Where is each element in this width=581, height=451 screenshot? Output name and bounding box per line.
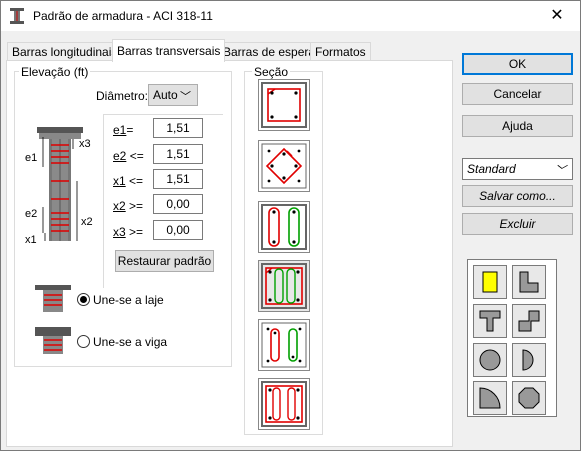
section-two-ties-icon bbox=[261, 204, 307, 250]
circle-shape-icon bbox=[479, 349, 501, 371]
diameter-select[interactable]: Auto ﹀ bbox=[148, 84, 198, 106]
diameter-value: Auto bbox=[153, 88, 178, 102]
beam-joint-icon bbox=[35, 327, 71, 354]
join-slab-label[interactable]: Une-se a laje bbox=[93, 293, 164, 307]
shape-quarter-circle-button[interactable] bbox=[473, 381, 507, 415]
diameter-label: Diâmetro: bbox=[96, 89, 149, 103]
rectangle-shape-icon bbox=[482, 271, 498, 293]
param-x3-input[interactable]: 0,00 bbox=[153, 220, 203, 240]
tab-formatos[interactable]: Formatos bbox=[310, 42, 371, 61]
param-x1-input[interactable]: 1,51 bbox=[153, 169, 203, 189]
shape-circle-button[interactable] bbox=[473, 343, 507, 377]
chevron-down-icon: ﹀ bbox=[555, 165, 566, 177]
preset-value: Standard bbox=[467, 162, 516, 176]
shape-rectangle-button[interactable] bbox=[473, 265, 507, 299]
window-title: Padrão de armadura - ACI 318-11 bbox=[33, 9, 213, 23]
column-elevation-diagram: x3 e1 e2 x2 x1 bbox=[25, 127, 93, 246]
l-shape-icon bbox=[519, 271, 539, 293]
section-hooked-ties-icon bbox=[261, 381, 307, 427]
param-e1-label: e1= bbox=[113, 123, 134, 137]
diagram-label-e2: e2 bbox=[25, 208, 37, 220]
shape-z-button[interactable] bbox=[512, 304, 546, 338]
restore-default-button[interactable]: Restaurar padrão bbox=[115, 250, 214, 272]
section-tile-2[interactable] bbox=[258, 140, 310, 192]
title-bar: Padrão de armadura - ACI 318-11 ✕ bbox=[1, 1, 580, 31]
column-app-icon bbox=[10, 8, 24, 24]
param-x2-label: x2 >= bbox=[113, 199, 144, 213]
section-tile-5[interactable] bbox=[258, 319, 310, 371]
shape-l-button[interactable] bbox=[512, 265, 546, 299]
shape-t-button[interactable] bbox=[473, 304, 507, 338]
section-tile-1[interactable] bbox=[258, 79, 310, 131]
param-e2-label: e2 <= bbox=[113, 149, 144, 163]
quarter-circle-shape-icon bbox=[479, 387, 501, 409]
param-divider bbox=[103, 114, 223, 115]
shape-octagon-button[interactable] bbox=[512, 381, 546, 415]
param-x2-input[interactable]: 0,00 bbox=[153, 194, 203, 214]
chevron-down-icon: ﹀ bbox=[180, 91, 191, 103]
tab-barras-longitudinais[interactable]: Barras longitudinais bbox=[7, 42, 123, 61]
octagon-shape-icon bbox=[518, 387, 540, 409]
param-x3-label: x3 >= bbox=[113, 225, 144, 239]
join-beam-label[interactable]: Une-se a viga bbox=[93, 335, 167, 349]
half-circle-shape-icon bbox=[522, 349, 534, 371]
join-slab-radio[interactable] bbox=[77, 293, 90, 306]
tab-barras-de-espera[interactable]: Barras de espera bbox=[218, 42, 321, 61]
diagram-label-e1: e1 bbox=[25, 152, 37, 164]
section-two-ties-alt-icon bbox=[261, 322, 307, 368]
section-group-label: Seção bbox=[252, 65, 291, 79]
join-beam-radio[interactable] bbox=[77, 335, 90, 348]
shape-half-circle-button[interactable] bbox=[512, 343, 546, 377]
help-button[interactable]: Ajuda bbox=[462, 115, 573, 137]
param-e1-input[interactable]: 1,51 bbox=[153, 118, 203, 138]
param-e2-input[interactable]: 1,51 bbox=[153, 144, 203, 164]
dialog-window: Padrão de armadura - ACI 318-11 ✕ Barras… bbox=[0, 0, 581, 451]
tab-barras-transversais[interactable]: Barras transversais bbox=[112, 39, 226, 62]
diagram-label-x1: x1 bbox=[25, 234, 37, 246]
section-tile-3[interactable] bbox=[258, 201, 310, 253]
slab-joint-icon bbox=[35, 285, 71, 312]
param-x1-label: x1 <= bbox=[113, 174, 144, 188]
diagram-label-x3: x3 bbox=[79, 138, 91, 150]
cancel-button[interactable]: Cancelar bbox=[462, 83, 573, 105]
elevation-group-label: Elevação (ft) bbox=[19, 65, 91, 79]
section-tile-4[interactable] bbox=[258, 260, 310, 312]
t-shape-icon bbox=[479, 310, 501, 332]
section-square-stirrup-icon bbox=[261, 82, 307, 128]
section-stirrup-with-ties-icon bbox=[261, 263, 307, 309]
preset-select[interactable]: Standard ﹀ bbox=[462, 158, 573, 180]
delete-preset-button[interactable]: Excluir bbox=[462, 213, 573, 235]
section-tile-6[interactable] bbox=[258, 378, 310, 430]
ok-button[interactable]: OK bbox=[462, 53, 573, 75]
tab-panel: Elevação (ft) Diâmetro: Auto ﹀ e1= 1,51 … bbox=[6, 60, 453, 447]
section-diamond-stirrup-icon bbox=[261, 143, 307, 189]
z-shape-icon bbox=[518, 310, 540, 332]
save-as-button[interactable]: Salvar como... bbox=[462, 185, 573, 207]
close-icon[interactable]: ✕ bbox=[534, 1, 580, 31]
diagram-label-x2: x2 bbox=[81, 216, 93, 228]
